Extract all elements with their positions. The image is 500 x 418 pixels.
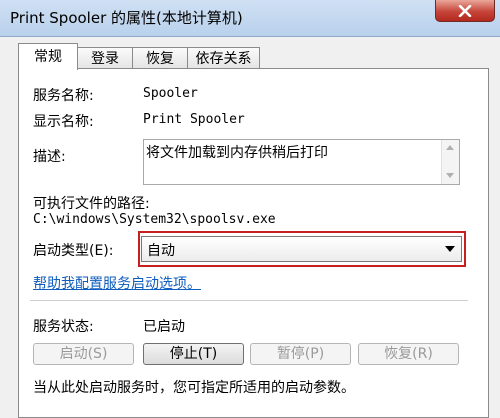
divider (30, 300, 468, 301)
tab-dependencies[interactable]: 依存关系 (187, 47, 260, 69)
display-name-value[interactable]: Print Spooler (143, 112, 245, 127)
stop-button[interactable]: 停止(T) (143, 343, 244, 365)
tab-strip: 常规 登录 恢复 依存关系 (18, 43, 488, 70)
executable-path-value[interactable]: C:\windows\System32\spoolsv.exe (33, 212, 276, 227)
executable-path-label: 可执行文件的路径: (33, 196, 150, 212)
description-label: 描述: (33, 149, 66, 165)
description-text: 将文件加载到内存供稍后打印 (146, 145, 328, 161)
tab-logon[interactable]: 登录 (77, 47, 133, 69)
scroll-down-icon (446, 173, 454, 178)
service-status-label: 服务状态: (33, 319, 94, 335)
display-name-label: 显示名称: (33, 114, 94, 130)
resume-button[interactable]: 恢复(R) (358, 343, 459, 365)
startup-help-link[interactable]: 帮助我配置服务启动选项。 (33, 273, 201, 293)
startup-type-value: 自动 (147, 243, 175, 259)
close-icon (458, 4, 472, 17)
scroll-up-icon (446, 145, 454, 150)
description-scrollbar[interactable] (441, 140, 459, 184)
start-parameters-note: 当从此处启动服务时，您可指定所适用的启动参数。 (33, 380, 355, 396)
tab-general[interactable]: 常规 (18, 43, 78, 70)
tab-recovery[interactable]: 恢复 (132, 47, 188, 69)
startup-type-label: 启动类型(E): (33, 243, 114, 259)
startup-type-select[interactable]: 自动 (141, 236, 462, 262)
pause-button[interactable]: 暂停(P) (250, 343, 351, 365)
window-title: Print Spooler 的属性(本地计算机) (10, 9, 243, 27)
close-button[interactable] (435, 0, 495, 22)
service-name-value[interactable]: Spooler (143, 86, 198, 101)
title-bar[interactable]: Print Spooler 的属性(本地计算机) (0, 0, 500, 37)
service-name-label: 服务名称: (33, 88, 94, 104)
start-button[interactable]: 启动(S) (33, 343, 134, 365)
description-field[interactable]: 将文件加载到内存供稍后打印 (143, 139, 460, 185)
service-status-value: 已启动 (143, 319, 185, 335)
chevron-down-icon (445, 246, 455, 252)
